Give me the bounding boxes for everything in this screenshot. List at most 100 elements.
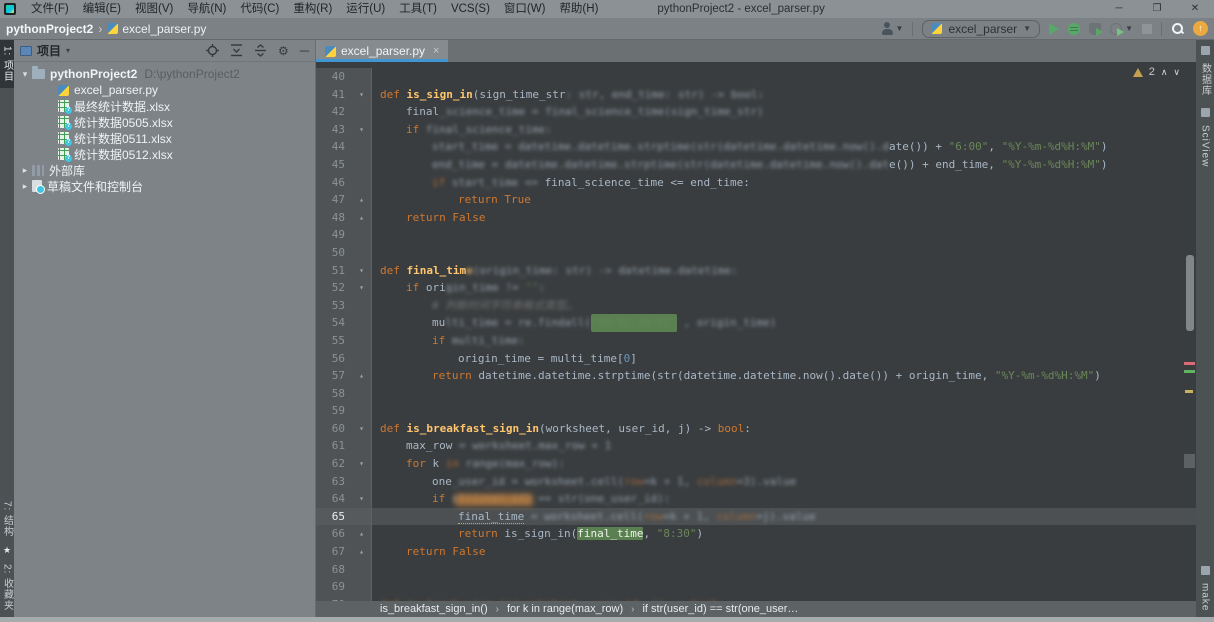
stop-button[interactable] bbox=[1142, 24, 1152, 34]
menu-item[interactable]: 运行(U) bbox=[339, 3, 392, 15]
locate-file-icon[interactable] bbox=[206, 44, 219, 57]
breadcrumb-segment[interactable]: for k in range(max_row) bbox=[507, 603, 623, 615]
menu-item[interactable]: 文件(F) bbox=[24, 3, 76, 15]
tree-row[interactable]: 统计数据0512.xlsx bbox=[14, 146, 315, 162]
code-line: 65final_time = worksheet.cell(row=k + 1,… bbox=[316, 508, 1196, 526]
tree-row[interactable]: excel_parser.py bbox=[14, 82, 315, 98]
tree-chevron-icon[interactable]: ▾ bbox=[20, 69, 30, 80]
menu-item[interactable]: 导航(N) bbox=[180, 3, 233, 15]
menu-item[interactable]: 重构(R) bbox=[286, 3, 339, 15]
code-token: , bbox=[988, 140, 1001, 153]
database-icon bbox=[1201, 46, 1210, 55]
editor-scrollbar[interactable] bbox=[1186, 255, 1194, 331]
maximize-button[interactable]: ❐ bbox=[1138, 0, 1176, 18]
debug-button[interactable] bbox=[1068, 23, 1080, 35]
xlsx-icon bbox=[58, 132, 69, 144]
fold-marker-icon[interactable]: ▾ bbox=[352, 455, 371, 473]
menu-item[interactable]: 编辑(E) bbox=[76, 3, 128, 15]
fold-marker-icon[interactable]: ▾ bbox=[352, 121, 371, 139]
sciview-icon bbox=[1201, 108, 1210, 117]
tool-window-make[interactable]: make bbox=[1200, 577, 1211, 617]
menu-item[interactable]: VCS(S) bbox=[444, 3, 497, 15]
minimize-button[interactable]: ─ bbox=[1100, 0, 1138, 18]
window-title: pythonProject2 - excel_parser.py bbox=[657, 3, 824, 15]
tool-window-structure[interactable]: 7: 结构 bbox=[0, 495, 15, 543]
error-stripe-mark[interactable] bbox=[1184, 362, 1195, 365]
scratch-icon bbox=[32, 180, 42, 192]
line-number: 63 bbox=[316, 473, 352, 491]
fold-marker-icon[interactable]: ▴ bbox=[352, 543, 371, 561]
nav-breadcrumb-file[interactable]: excel_parser.py bbox=[107, 22, 206, 36]
tool-window-favorites[interactable]: 2: 收藏夹 bbox=[0, 558, 15, 617]
tree-chevron-icon[interactable]: ▸ bbox=[20, 165, 30, 176]
tool-window-sciview[interactable]: SciView bbox=[1200, 119, 1211, 173]
hide-panel-icon[interactable]: ─ bbox=[300, 43, 309, 58]
code-token: =k + 1, bbox=[644, 475, 697, 488]
inspection-widget[interactable]: 2 ∧ ∨ bbox=[1133, 66, 1180, 78]
user-menu-button[interactable]: ▼ bbox=[881, 22, 904, 35]
tool-window-project[interactable]: 1: 项目 bbox=[0, 40, 15, 88]
run-with-coverage-button[interactable] bbox=[1089, 23, 1101, 35]
fold-marker-icon[interactable]: ▴ bbox=[352, 191, 371, 209]
code-line: 54multi_time = re.findall("[0-9]:[0-9]" … bbox=[316, 314, 1196, 332]
fold-marker-icon[interactable]: ▾ bbox=[352, 86, 371, 104]
error-stripe-mark[interactable] bbox=[1185, 390, 1193, 393]
menu-item[interactable]: 代码(C) bbox=[233, 3, 286, 15]
left-tool-window-bar: 1: 项目 7: 结构 ★ 2: 收藏夹 bbox=[0, 40, 14, 617]
tree-row[interactable]: 统计数据0505.xlsx bbox=[14, 114, 315, 130]
menu-item[interactable]: 视图(V) bbox=[128, 3, 180, 15]
line-number: 40 bbox=[316, 68, 352, 86]
breadcrumb-segment[interactable]: if str(user_id) == str(one_user… bbox=[642, 603, 798, 615]
next-problem-icon[interactable]: ∨ bbox=[1173, 67, 1180, 78]
search-everywhere-icon[interactable] bbox=[1171, 22, 1184, 35]
profiler-button[interactable]: ▼ bbox=[1110, 23, 1133, 35]
fold-spacer bbox=[352, 402, 371, 420]
previous-problem-icon[interactable]: ∧ bbox=[1161, 67, 1168, 78]
code-token: final_science_time <= end_time: bbox=[545, 176, 750, 189]
line-number: 50 bbox=[316, 244, 352, 262]
tree-row[interactable]: ▸外部库 bbox=[14, 162, 315, 178]
tree-row[interactable]: 最终统计数据.xlsx bbox=[14, 98, 315, 114]
run-configuration-select[interactable]: excel_parser ▼ bbox=[922, 20, 1040, 38]
line-number: 55 bbox=[316, 332, 352, 350]
close-button[interactable]: ✕ bbox=[1176, 0, 1214, 18]
menu-item[interactable]: 工具(T) bbox=[392, 3, 444, 15]
tree-row[interactable]: ▾pythonProject2D:\pythonProject2 bbox=[14, 66, 315, 82]
tab-excel-parser[interactable]: excel_parser.py × bbox=[316, 40, 448, 62]
error-stripe-mark[interactable] bbox=[1184, 370, 1195, 373]
project-panel-title[interactable]: 项目 bbox=[37, 42, 61, 59]
tool-window-database[interactable]: 数据库 bbox=[1198, 57, 1213, 102]
fold-marker-icon[interactable]: ▴ bbox=[352, 525, 371, 543]
py-icon bbox=[58, 85, 69, 96]
collapse-all-icon[interactable] bbox=[254, 44, 267, 57]
code-token: ate()) + bbox=[889, 140, 949, 153]
nav-breadcrumb-project[interactable]: pythonProject2 bbox=[6, 22, 93, 36]
fold-marker-icon[interactable]: ▴ bbox=[352, 367, 371, 385]
fold-marker-icon[interactable]: ▾ bbox=[352, 420, 371, 438]
tree-row[interactable]: 统计数据0511.xlsx bbox=[14, 130, 315, 146]
menu-item[interactable]: 窗口(W) bbox=[497, 3, 553, 15]
close-tab-icon[interactable]: × bbox=[433, 45, 439, 57]
fold-marker-icon[interactable]: ▾ bbox=[352, 262, 371, 280]
toolbar-divider bbox=[912, 22, 913, 36]
fold-marker-icon[interactable]: ▾ bbox=[352, 279, 371, 297]
expand-all-icon[interactable] bbox=[230, 44, 243, 57]
chevron-down-icon: ▼ bbox=[896, 24, 904, 33]
code-editor[interactable]: 4041▾def is_sign_in(sign_time_str: str, … bbox=[316, 62, 1196, 601]
tree-row[interactable]: ▸草稿文件和控制台 bbox=[14, 178, 315, 194]
settings-gear-icon[interactable]: ⚙ bbox=[278, 45, 289, 57]
update-notification-icon[interactable]: ↑ bbox=[1193, 21, 1208, 36]
tree-chevron-icon[interactable]: ▸ bbox=[20, 181, 30, 192]
menu-bar: 文件(F)编辑(E)视图(V)导航(N)代码(C)重构(R)运行(U)工具(T)… bbox=[24, 0, 605, 18]
menu-item[interactable]: 帮助(H) bbox=[552, 3, 605, 15]
breadcrumb-segment[interactable]: is_breakfast_sign_in() bbox=[380, 603, 488, 615]
chevron-down-icon[interactable]: ▾ bbox=[66, 46, 70, 55]
code-token: False bbox=[452, 211, 485, 224]
fold-marker-icon[interactable]: ▴ bbox=[352, 209, 371, 227]
code-token: datetime.datetime.strptime(str(datetime.… bbox=[478, 369, 995, 382]
tree-item-label: 最终统计数据.xlsx bbox=[74, 98, 170, 115]
fold-marker-icon[interactable]: ▾ bbox=[352, 490, 371, 508]
code-token: k bbox=[433, 457, 446, 470]
run-button[interactable] bbox=[1049, 23, 1059, 35]
line-number: 65 bbox=[316, 508, 352, 526]
